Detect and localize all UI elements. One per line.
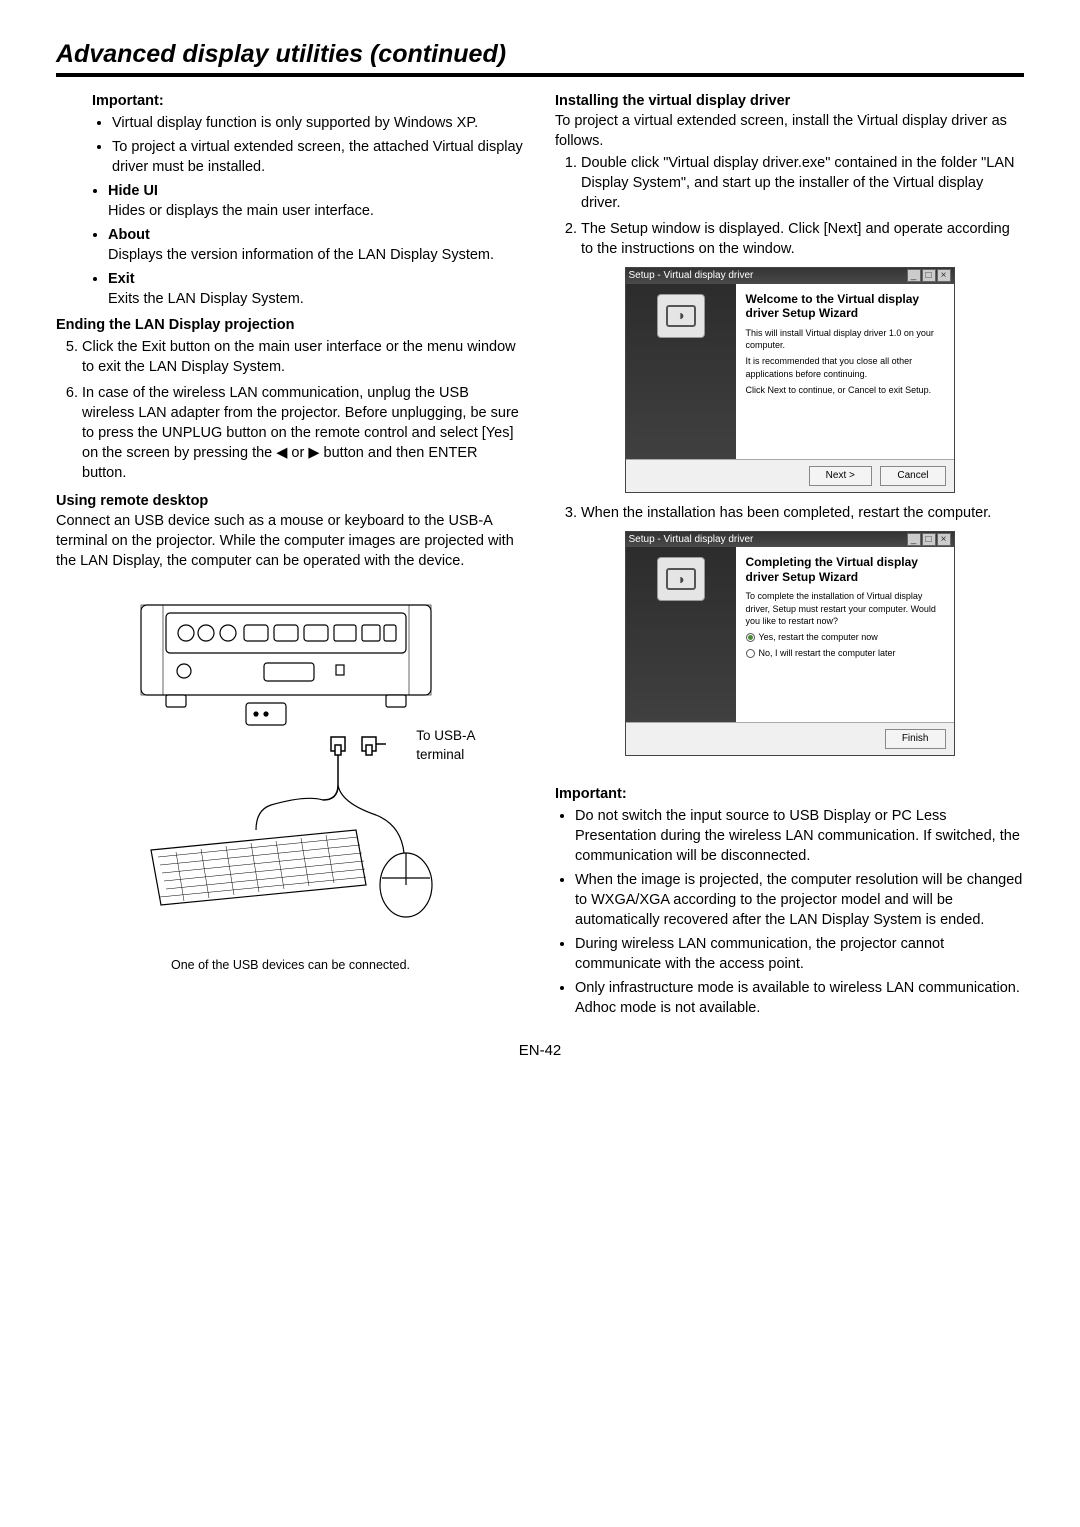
- wizard-title: Setup - Virtual display driver: [629, 269, 754, 283]
- window-controls: _□×: [906, 269, 951, 283]
- menu-desc: Displays the version information of the …: [108, 247, 494, 263]
- page-number: EN-42: [56, 1042, 1024, 1059]
- menu-label: Exit: [108, 271, 135, 287]
- right-column: Installing the virtual display driver To…: [555, 91, 1024, 1022]
- close-icon[interactable]: ×: [937, 533, 951, 546]
- radio-restart-now[interactable]: Yes, restart the computer now: [746, 631, 944, 643]
- wizard-heading: Completing the Virtual display driver Se…: [746, 555, 944, 584]
- step-item: When the installation has been completed…: [581, 503, 1024, 523]
- close-icon[interactable]: ×: [937, 269, 951, 282]
- menu-item: Exit Exits the LAN Display System.: [108, 269, 525, 309]
- minimize-icon[interactable]: _: [907, 269, 921, 282]
- install-heading: Installing the virtual display driver: [555, 91, 1024, 111]
- wizard-heading: Welcome to the Virtual display driver Se…: [746, 292, 944, 321]
- important-item: Do not switch the input source to USB Di…: [575, 806, 1024, 866]
- important-item: To project a virtual extended screen, th…: [112, 137, 525, 177]
- step-item: In case of the wireless LAN communicatio…: [82, 383, 525, 483]
- step-item: Double click "Virtual display driver.exe…: [581, 153, 1024, 213]
- left-column: Important: Virtual display function is o…: [56, 91, 525, 1022]
- window-controls: _□×: [906, 533, 951, 547]
- cancel-button[interactable]: Cancel: [880, 466, 945, 486]
- maximize-icon[interactable]: □: [922, 533, 936, 546]
- install-paragraph: To project a virtual extended screen, in…: [555, 111, 1024, 151]
- step-item: The Setup window is displayed. Click [Ne…: [581, 219, 1024, 259]
- important-item: During wireless LAN communication, the p…: [575, 934, 1024, 974]
- important-heading-left: Important:: [92, 91, 525, 111]
- wizard-icon: [657, 294, 705, 338]
- menu-item: Hide UI Hides or displays the main user …: [108, 181, 525, 221]
- important-item: Virtual display function is only support…: [112, 113, 525, 133]
- important-item: When the image is projected, the compute…: [575, 870, 1024, 930]
- ending-heading: Ending the LAN Display projection: [56, 315, 525, 335]
- setup-wizard-welcome: Setup - Virtual display driver _□× Welco…: [625, 267, 955, 493]
- radio-restart-later[interactable]: No, I will restart the computer later: [746, 647, 944, 659]
- remote-heading: Using remote desktop: [56, 491, 525, 511]
- setup-wizard-complete: Setup - Virtual display driver _□× Compl…: [625, 531, 955, 757]
- important-heading-right: Important:: [555, 784, 1024, 804]
- maximize-icon[interactable]: □: [922, 269, 936, 282]
- remote-paragraph: Connect an USB device such as a mouse or…: [56, 511, 525, 571]
- usb-label: To USB-A terminal: [416, 727, 475, 764]
- next-button[interactable]: Next >: [809, 466, 872, 486]
- menu-item: About Displays the version information o…: [108, 225, 525, 265]
- important-item: Only infrastructure mode is available to…: [575, 978, 1024, 1018]
- wizard-text: Click Next to continue, or Cancel to exi…: [746, 384, 944, 396]
- menu-desc: Hides or displays the main user interfac…: [108, 203, 374, 219]
- wizard-icon: [657, 557, 705, 601]
- menu-label: About: [108, 227, 150, 243]
- finish-button[interactable]: Finish: [885, 729, 946, 749]
- device-diagram: To USB-A terminal One of the USB devices…: [56, 585, 525, 974]
- wizard-text: To complete the installation of Virtual …: [746, 590, 944, 627]
- title-underline: [56, 73, 1024, 77]
- menu-label: Hide UI: [108, 183, 158, 199]
- menu-desc: Exits the LAN Display System.: [108, 291, 304, 307]
- wizard-text: This will install Virtual display driver…: [746, 327, 944, 352]
- wizard-title: Setup - Virtual display driver: [629, 533, 754, 547]
- page-title: Advanced display utilities (continued): [56, 40, 1024, 69]
- minimize-icon[interactable]: _: [907, 533, 921, 546]
- projector-keyboard-mouse-diagram: [106, 585, 476, 945]
- wizard-text: It is recommended that you close all oth…: [746, 355, 944, 380]
- step-item: Click the Exit button on the main user i…: [82, 337, 525, 377]
- diagram-caption: One of the USB devices can be connected.: [171, 957, 410, 974]
